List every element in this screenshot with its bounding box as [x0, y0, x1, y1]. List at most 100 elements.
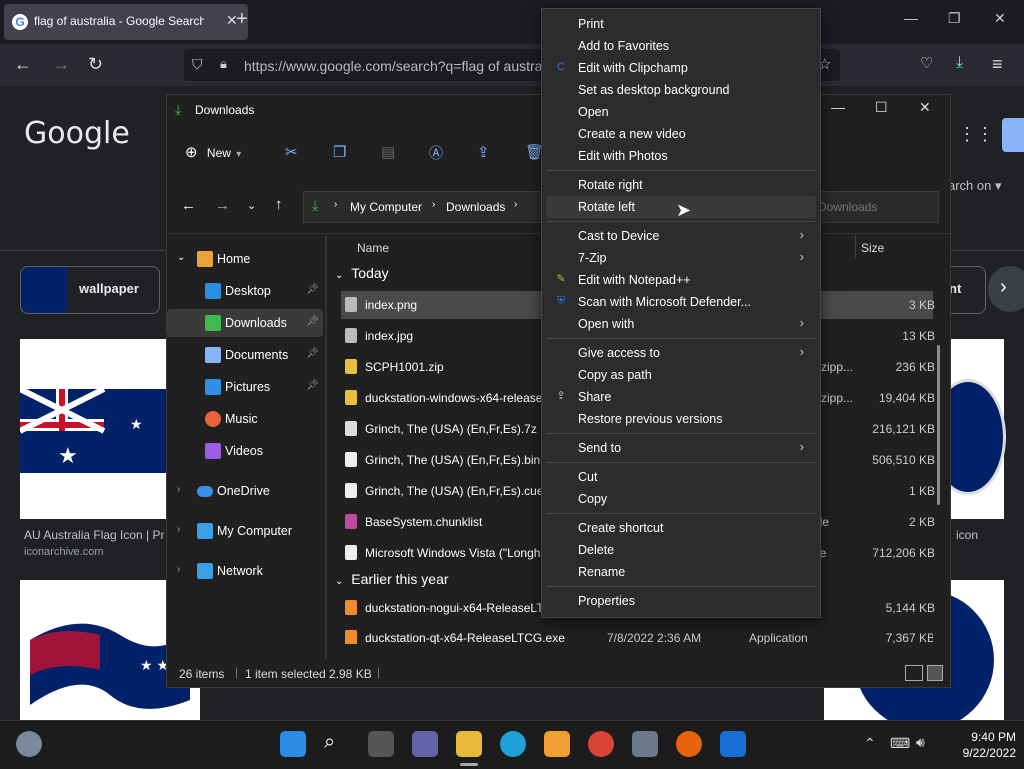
- close-window-icon[interactable]: ✕: [994, 10, 1006, 27]
- pane-splitter[interactable]: [325, 235, 327, 659]
- pin-icon[interactable]: 📌︎: [306, 348, 319, 359]
- scrollbar-thumb[interactable]: [937, 345, 940, 505]
- menu-item-properties[interactable]: Properties: [546, 590, 816, 612]
- result1-title[interactable]: AU Australia Flag Icon | Pr: [24, 528, 164, 542]
- menu-item-set-as-desktop-background[interactable]: Set as desktop background: [546, 79, 816, 101]
- menu-item-7-zip[interactable]: 7-Zip ›: [546, 247, 816, 269]
- tiles-view-icon[interactable]: [927, 665, 943, 681]
- result1-source[interactable]: iconarchive.com: [24, 546, 164, 558]
- nav-item-pictures[interactable]: Pictures 📌︎: [167, 373, 323, 401]
- menu-item-create-shortcut[interactable]: Create shortcut: [546, 517, 816, 539]
- calculator-icon[interactable]: [632, 731, 658, 757]
- menu-item-print[interactable]: Print: [546, 13, 816, 35]
- shield-icon[interactable]: ⛉: [192, 56, 203, 73]
- up-arrow-icon[interactable]: ↑: [275, 196, 283, 213]
- nav-item-home[interactable]: ⌄ Home: [167, 245, 323, 273]
- breadcrumb-my-computer[interactable]: My Computer: [350, 200, 422, 214]
- app-icon[interactable]: [720, 731, 746, 757]
- firefox-icon[interactable]: [676, 731, 702, 757]
- group-earlier[interactable]: ⌄ Earlier this year: [335, 571, 449, 587]
- menu-item-send-to[interactable]: Send to ›: [546, 437, 816, 459]
- menu-item-cut[interactable]: Cut: [546, 466, 816, 488]
- browser-tab[interactable]: G flag of australia - Google Search ✕: [4, 4, 248, 40]
- group-today[interactable]: ⌄ Today: [335, 265, 389, 281]
- task-view-icon[interactable]: [368, 731, 394, 757]
- breadcrumb-downloads[interactable]: Downloads: [446, 200, 505, 214]
- explorer-close-icon[interactable]: ✕: [919, 99, 931, 116]
- nav-item-downloads[interactable]: Downloads 📌︎: [167, 309, 323, 337]
- menu-item-restore-previous-versions[interactable]: Restore previous versions: [546, 408, 816, 430]
- menu-item-rotate-right[interactable]: Rotate right: [546, 174, 816, 196]
- clock[interactable]: 9:40 PM 9/22/2022: [946, 729, 1016, 761]
- lock-icon[interactable]: 🔒︎: [220, 56, 227, 72]
- explorer-minimize-icon[interactable]: —: [831, 99, 845, 115]
- explorer-maximize-icon[interactable]: ☐: [875, 99, 888, 116]
- details-view-icon[interactable]: [905, 665, 923, 681]
- cut-icon[interactable]: ✂: [285, 143, 298, 161]
- menu-item-rename[interactable]: Rename: [546, 561, 816, 583]
- explorer-back-icon[interactable]: ←: [181, 197, 196, 214]
- pocket-icon[interactable]: ♡: [920, 54, 933, 72]
- search-icon[interactable]: ⌕: [324, 731, 350, 757]
- teams-icon[interactable]: [412, 731, 438, 757]
- url-text[interactable]: https://www.google.com/search?q=flag of …: [244, 58, 544, 74]
- menu-item-create-a-new-video[interactable]: Create a new video: [546, 123, 816, 145]
- start-icon[interactable]: [280, 731, 306, 757]
- chrome-icon[interactable]: [588, 731, 614, 757]
- back-arrow-icon[interactable]: ←: [14, 54, 32, 75]
- menu-item-edit-with-notepad[interactable]: ✎ Edit with Notepad++: [546, 269, 816, 291]
- recent-dropdown-icon[interactable]: ⌄: [247, 199, 256, 212]
- image-result-1[interactable]: ★ ★: [18, 339, 166, 519]
- column-header-size[interactable]: Size: [861, 241, 884, 255]
- menu-item-scan-with-microsoft-defender[interactable]: ⛨ Scan with Microsoft Defender...: [546, 291, 816, 313]
- chip-scroll-button[interactable]: ›: [988, 266, 1024, 312]
- network-status-icon[interactable]: ⌨: [890, 735, 910, 752]
- menu-icon[interactable]: ≡: [992, 54, 1003, 75]
- copy-icon[interactable]: ❐: [333, 143, 346, 161]
- download-icon[interactable]: ⤓: [956, 54, 963, 72]
- nav-item-documents[interactable]: Documents 📌︎: [167, 341, 323, 369]
- menu-item-delete[interactable]: Delete: [546, 539, 816, 561]
- chevron-up-icon[interactable]: ⌃: [864, 735, 876, 752]
- menu-item-edit-with-clipchamp[interactable]: C Edit with Clipchamp: [546, 57, 816, 79]
- forward-arrow-icon[interactable]: →: [52, 54, 70, 75]
- paste-icon[interactable]: ▤: [381, 143, 395, 161]
- image-result-right[interactable]: [930, 339, 1006, 519]
- restore-icon[interactable]: ❐: [948, 10, 961, 27]
- table-row[interactable]: duckstation-qt-x64-ReleaseLTCG.exe 7/8/2…: [341, 624, 933, 644]
- menu-item-give-access-to[interactable]: Give access to ›: [546, 342, 816, 364]
- nav-item-my-computer[interactable]: › My Computer: [167, 517, 323, 545]
- menu-item-copy[interactable]: Copy: [546, 488, 816, 510]
- reload-icon[interactable]: ↻: [88, 54, 103, 75]
- new-tab-button[interactable]: +: [236, 8, 248, 31]
- menu-item-open[interactable]: Open: [546, 101, 816, 123]
- column-header-name[interactable]: Name: [357, 241, 389, 255]
- pin-icon[interactable]: 📌︎: [306, 380, 319, 391]
- menu-item-copy-as-path[interactable]: Copy as path: [546, 364, 816, 386]
- chip-wallpaper[interactable]: wallpaper: [20, 266, 160, 314]
- rename-icon[interactable]: Ⓐ: [429, 143, 443, 163]
- nav-item-desktop[interactable]: Desktop 📌︎: [167, 277, 323, 305]
- google-logo[interactable]: Google: [24, 116, 130, 151]
- pin-icon[interactable]: 📌︎: [306, 316, 319, 327]
- sign-in-button[interactable]: [1002, 118, 1024, 152]
- share-icon[interactable]: ⇪: [477, 143, 490, 161]
- new-button[interactable]: ⊕ New ▾: [185, 143, 241, 161]
- edge-icon[interactable]: [500, 731, 526, 757]
- nav-item-music[interactable]: Music: [167, 405, 323, 433]
- column-divider[interactable]: [855, 235, 856, 259]
- volume-icon[interactable]: 🔊︎: [916, 734, 925, 751]
- nav-item-network[interactable]: › Network: [167, 557, 323, 585]
- nav-item-videos[interactable]: Videos: [167, 437, 323, 465]
- menu-item-open-with[interactable]: Open with ›: [546, 313, 816, 335]
- store-icon[interactable]: [544, 731, 570, 757]
- pin-icon[interactable]: 📌︎: [306, 284, 319, 295]
- weather-icon[interactable]: [16, 731, 42, 757]
- explorer-forward-icon[interactable]: →: [215, 197, 230, 214]
- menu-item-edit-with-photos[interactable]: Edit with Photos: [546, 145, 816, 167]
- menu-item-cast-to-device[interactable]: Cast to Device ›: [546, 225, 816, 247]
- nav-item-onedrive[interactable]: › OneDrive: [167, 477, 323, 505]
- file-explorer-taskbar-icon[interactable]: [456, 731, 482, 757]
- menu-item-share[interactable]: ⇪ Share: [546, 386, 816, 408]
- minimize-icon[interactable]: —: [904, 10, 918, 26]
